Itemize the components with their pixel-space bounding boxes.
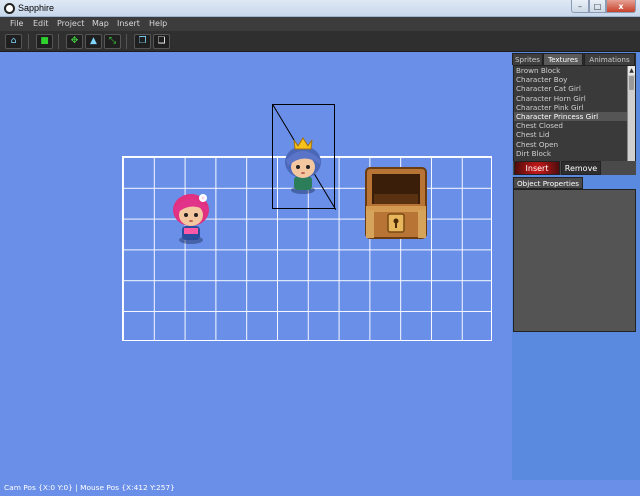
object-properties-panel — [513, 189, 636, 332]
menu-project[interactable]: Project — [57, 19, 84, 28]
list-item[interactable]: Dirt Block — [514, 149, 635, 158]
insert-button[interactable]: Insert — [514, 161, 560, 175]
app-icon — [4, 3, 15, 14]
menu-edit[interactable]: Edit — [33, 19, 49, 28]
minimize-button[interactable]: – — [571, 0, 589, 13]
list-item[interactable]: Character Horn Girl — [514, 94, 635, 103]
toolbar-separator — [126, 34, 127, 49]
status-bar: Cam Pos {X:0 Y:0} | Mouse Pos {X:412 Y:2… — [0, 480, 640, 496]
list-item[interactable]: Chest Lid — [514, 130, 635, 139]
list-item[interactable]: Chest Open — [514, 140, 635, 149]
list-button-row: Insert Remove — [513, 161, 636, 175]
panel-tabs: Sprites Textures Animations — [512, 53, 636, 65]
toolbar-separator — [58, 34, 59, 49]
right-panel: Sprites Textures Animations Brown Block … — [512, 52, 640, 480]
terrain-icon[interactable]: ▲ — [85, 34, 102, 49]
list-scrollbar[interactable]: ▲ ▼ — [627, 66, 635, 170]
remove-button[interactable]: Remove — [561, 161, 601, 175]
texture-list[interactable]: Brown Block Character Boy Character Cat … — [513, 65, 636, 171]
window-title: Sapphire — [18, 3, 55, 13]
home-icon[interactable]: ⌂ — [5, 34, 22, 49]
list-item[interactable]: Character Boy — [514, 75, 635, 84]
tab-sprites[interactable]: Sprites — [512, 53, 543, 65]
tab-textures[interactable]: Textures — [543, 53, 583, 65]
list-item[interactable]: Character Pink Girl — [514, 103, 635, 112]
list-item[interactable]: Chest Closed — [514, 121, 635, 130]
list-item[interactable]: Brown Block — [514, 66, 635, 75]
scene-canvas[interactable] — [0, 52, 512, 480]
scroll-thumb[interactable] — [629, 76, 634, 90]
princess-girl-sprite[interactable] — [280, 134, 326, 196]
object-properties-header[interactable]: Object Properties — [513, 177, 583, 189]
layer-front-icon[interactable]: ❏ — [153, 34, 170, 49]
menu-bar: File Edit Project Map Insert Help — [0, 17, 640, 31]
toolbar: ⌂ ■ ✥ ▲ ⤡ ❐ ❏ — [0, 31, 640, 52]
menu-help[interactable]: Help — [149, 19, 167, 28]
menu-map[interactable]: Map — [92, 19, 109, 28]
close-button[interactable]: x — [606, 0, 636, 13]
chest-open-sprite[interactable] — [364, 166, 428, 242]
list-item[interactable]: Character Cat Girl — [514, 84, 635, 93]
title-bar: Sapphire – □ x — [0, 0, 640, 17]
scroll-up-icon[interactable]: ▲ — [628, 66, 635, 75]
toolbar-separator — [28, 34, 29, 49]
pink-girl-sprite[interactable] — [168, 188, 214, 246]
move-icon[interactable]: ✥ — [66, 34, 83, 49]
fit-icon[interactable]: ⤡ — [104, 34, 121, 49]
list-item-selected[interactable]: Character Princess Girl — [514, 111, 635, 122]
menu-insert[interactable]: Insert — [117, 19, 140, 28]
menu-file[interactable]: File — [10, 19, 23, 28]
maximize-button[interactable]: □ — [589, 0, 606, 13]
tab-animations[interactable]: Animations — [584, 53, 635, 65]
folder-icon[interactable]: ■ — [36, 34, 53, 49]
layer-back-icon[interactable]: ❐ — [134, 34, 151, 49]
